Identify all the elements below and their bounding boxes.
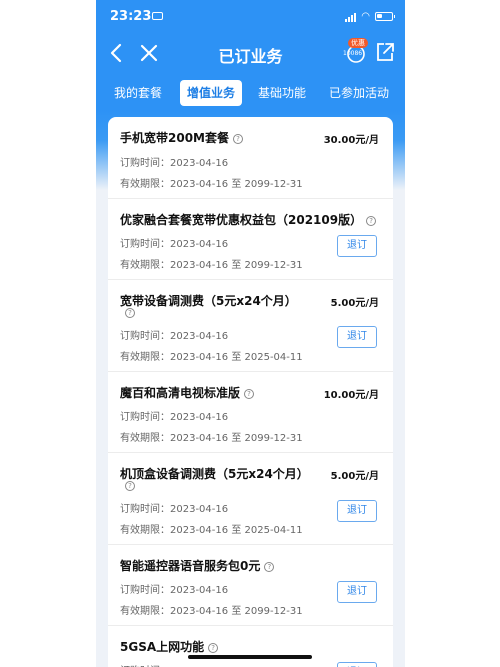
tab-my-plan[interactable]: 我的套餐 xyxy=(108,80,168,106)
help-icon[interactable]: ? xyxy=(264,562,275,572)
help-icon[interactable]: ? xyxy=(366,216,377,226)
unsubscribe-button[interactable]: 退订 xyxy=(337,326,377,348)
service-name: 优家融合套餐宽带优惠权益包（202109版） xyxy=(120,213,363,227)
help-icon[interactable]: ? xyxy=(125,308,135,318)
service-price: 5.00元/月 xyxy=(330,471,379,482)
valid-period-row: 有效期限：2023-04-16 至 2099-12-31 xyxy=(120,433,303,444)
service-price: 5.00元/月 xyxy=(330,298,379,309)
phone-screen: 23:23 ◠ 已订业务 优惠 10086 我的套餐 增值业务 基础功能 已参加… xyxy=(96,0,405,667)
help-icon[interactable]: ? xyxy=(208,643,219,653)
help-icon[interactable]: ? xyxy=(244,389,255,399)
service-name: 魔百和高清电视标准版 xyxy=(120,386,241,400)
unsubscribe-button[interactable]: 退订 xyxy=(337,235,377,257)
tab-bar: 我的套餐 增值业务 基础功能 已参加活动 xyxy=(96,80,405,106)
tab-value-added[interactable]: 增值业务 xyxy=(180,80,242,106)
order-time-row: 订购时间：2023-04-16 xyxy=(120,158,229,169)
status-bar: 23:23 ◠ xyxy=(96,0,405,34)
service-list: 手机宽带200M套餐? 30.00元/月 订购时间：2023-04-16 有效期… xyxy=(108,117,393,667)
hotline-number: 10086 xyxy=(343,50,363,57)
unsubscribe-button[interactable]: 退订 xyxy=(337,500,377,522)
service-item: 优家融合套餐宽带优惠权益包（202109版）? 退订 订购时间：2023-04-… xyxy=(108,199,393,280)
service-item: 智能遥控器语音服务包0元? 退订 订购时间：2023-04-16 有效期限：20… xyxy=(108,545,393,626)
order-time-row: 订购时间：2023-04-16 xyxy=(120,585,229,596)
wifi-icon: ◠ xyxy=(361,11,370,22)
unsubscribe-button[interactable]: 退订 xyxy=(337,662,377,667)
service-price: 30.00元/月 xyxy=(323,135,379,146)
order-time-row: 订购时间：2023-04-16 xyxy=(120,239,229,250)
service-item: 宽带设备调测费（5元x24个月） 5.00元/月 ? 退订 订购时间：2023-… xyxy=(108,280,393,372)
screen-mirror-icon xyxy=(152,12,163,20)
service-item: 5GSA上网功能? 退订 订购时间：2023-03-17 xyxy=(108,626,393,667)
order-time-row: 订购时间：2023-04-16 xyxy=(120,412,229,423)
service-name: 5GSA上网功能 xyxy=(120,640,205,654)
nav-bar: 已订业务 优惠 10086 xyxy=(96,34,405,74)
order-time-row: 订购时间：2023-04-16 xyxy=(120,504,229,515)
service-name: 宽带设备调测费（5元x24个月） xyxy=(120,294,297,308)
valid-period-row: 有效期限：2023-04-16 至 2099-12-31 xyxy=(120,179,303,190)
share-icon[interactable] xyxy=(374,41,396,63)
valid-period-row: 有效期限：2023-04-16 至 2099-12-31 xyxy=(120,260,303,271)
valid-period-row: 有效期限：2023-04-16 至 2025-04-11 xyxy=(120,525,303,536)
service-item: 机顶盒设备调测费（5元x24个月） 5.00元/月 ? 退订 订购时间：2023… xyxy=(108,453,393,545)
help-icon[interactable]: ? xyxy=(233,134,243,144)
status-indicators: ◠ xyxy=(345,11,395,22)
valid-period-row: 有效期限：2023-04-16 至 2099-12-31 xyxy=(120,606,303,617)
service-name: 手机宽带200M套餐 xyxy=(120,131,229,145)
order-time-row: 订购时间：2023-03-17 xyxy=(120,662,228,667)
battery-icon xyxy=(375,12,395,21)
valid-period-row: 有效期限：2023-04-16 至 2025-04-11 xyxy=(120,352,303,363)
signal-icon xyxy=(345,12,357,22)
tab-joined-activities[interactable]: 已参加活动 xyxy=(324,80,394,106)
service-name: 机顶盒设备调测费（5元x24个月） xyxy=(120,467,309,481)
service-price: 10.00元/月 xyxy=(323,390,379,401)
home-indicator[interactable] xyxy=(188,655,312,659)
status-time: 23:23 xyxy=(110,9,152,24)
order-time-row: 订购时间：2023-04-16 xyxy=(120,331,229,342)
service-item: 魔百和高清电视标准版? 10.00元/月 订购时间：2023-04-16 有效期… xyxy=(108,372,393,453)
unsubscribe-button[interactable]: 退订 xyxy=(337,581,377,603)
hot-badge: 优惠 xyxy=(348,38,368,48)
service-name: 智能遥控器语音服务包0元 xyxy=(120,559,261,573)
service-item: 手机宽带200M套餐? 30.00元/月 订购时间：2023-04-16 有效期… xyxy=(108,117,393,199)
help-icon[interactable]: ? xyxy=(125,481,135,491)
tab-basic-functions[interactable]: 基础功能 xyxy=(252,80,312,106)
